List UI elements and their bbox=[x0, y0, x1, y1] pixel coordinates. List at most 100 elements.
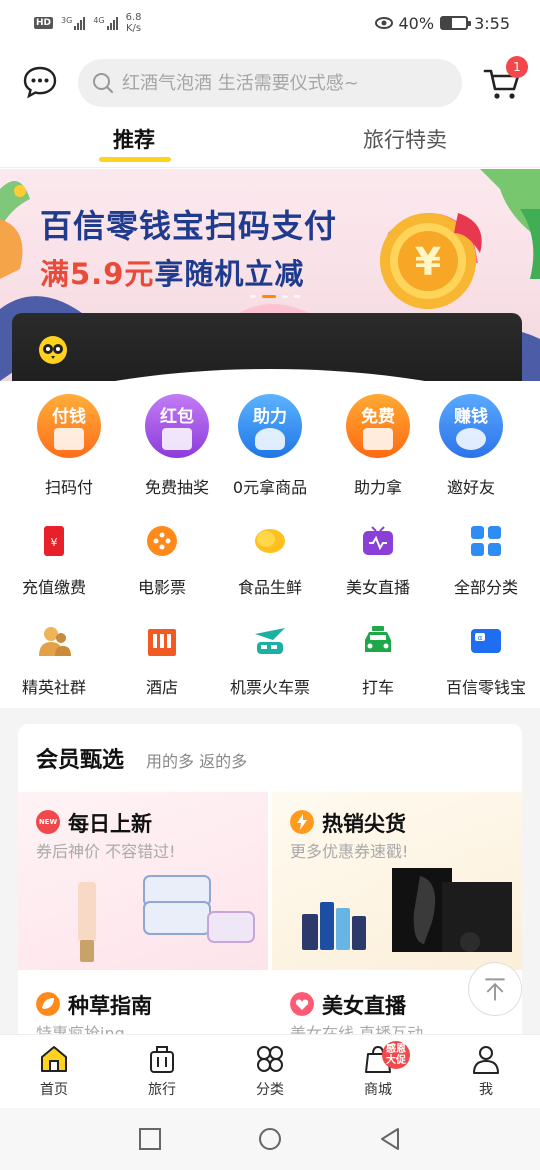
signal-4g-icon: 4G bbox=[93, 16, 118, 30]
nav-me[interactable]: 我 bbox=[432, 1043, 540, 1099]
person-icon bbox=[473, 1046, 499, 1074]
nav-home[interactable]: 首页 bbox=[0, 1043, 108, 1099]
tv-live-icon bbox=[363, 526, 393, 555]
wallet-icon: α bbox=[471, 629, 501, 653]
home-button-icon[interactable] bbox=[257, 1126, 283, 1152]
plane-train-icon bbox=[255, 628, 285, 654]
card-title: 美女直播 bbox=[322, 994, 406, 1018]
grid-item-label: 打车 bbox=[361, 678, 394, 697]
product-image-cosmetics bbox=[78, 875, 255, 962]
battery-fill bbox=[442, 18, 452, 28]
eye-icon bbox=[374, 17, 393, 29]
svg-text:¥: ¥ bbox=[51, 536, 58, 549]
quick-action-label: 免费抽奖 bbox=[144, 478, 209, 497]
promo-banner[interactable]: 百信零钱宝扫码支付 满5.9元享随机立减 ¥ bbox=[0, 169, 540, 381]
luggage-icon bbox=[150, 1046, 174, 1073]
service-grid: ¥ 充值缴费 电影票 食品生鲜 美女直播 全部分类 精英社群 酒店 机票火车票 … bbox=[0, 520, 540, 710]
quick-action-zero-yuan[interactable]: 助力 0元拿商品 bbox=[216, 394, 324, 498]
lightning-icon bbox=[290, 810, 314, 834]
grid-block-shape bbox=[54, 428, 84, 450]
quick-action-lottery[interactable]: 红包 免费抽奖 bbox=[123, 394, 231, 498]
quick-action-free-get[interactable]: 免费 助力拿 bbox=[324, 394, 432, 498]
grid-item-elite-community[interactable]: 精英社群 bbox=[0, 624, 108, 698]
active-tab-indicator bbox=[99, 157, 171, 162]
grid-item-food[interactable]: 食品生鲜 bbox=[216, 524, 324, 598]
free-bag-icon: 免费 bbox=[346, 394, 410, 458]
nav-label: 旅行 bbox=[148, 1082, 176, 1098]
grid-item-label: 全部分类 bbox=[453, 578, 518, 597]
grid-item-label: 机票火车票 bbox=[229, 678, 310, 697]
mall-promo-badge: 感恩大促 bbox=[382, 1041, 410, 1069]
grid-item-label: 酒店 bbox=[145, 678, 178, 697]
card-daily-new[interactable]: NEW 每日上新 券后神价 不容错过! bbox=[18, 792, 268, 970]
card-hot-sale[interactable]: 热销尖货 更多优惠券速戳! bbox=[272, 792, 522, 970]
nav-label: 分类 bbox=[256, 1082, 284, 1098]
search-bar[interactable] bbox=[78, 59, 462, 107]
quick-action-tag: 赚钱 bbox=[454, 407, 488, 427]
signal-3g-icon: 3G bbox=[61, 16, 86, 30]
card-subtitle: 券后神价 不容错过! bbox=[36, 842, 176, 861]
grid-item-hotel[interactable]: 酒店 bbox=[108, 624, 216, 698]
quick-action-tag: 付钱 bbox=[52, 407, 86, 427]
quick-action-invite[interactable]: 赚钱 邀好友 bbox=[417, 394, 525, 498]
message-icon[interactable] bbox=[22, 64, 58, 100]
grid-item-recharge[interactable]: ¥ 充值缴费 bbox=[0, 524, 108, 598]
grid-item-label: 电影票 bbox=[137, 578, 186, 597]
card-title: 种草指南 bbox=[68, 994, 152, 1018]
gift-box-shape bbox=[162, 428, 192, 450]
home-icon bbox=[41, 1046, 67, 1072]
grid-item-label: 食品生鲜 bbox=[237, 578, 302, 597]
quick-action-tag: 免费 bbox=[361, 407, 395, 427]
grid-item-wallet[interactable]: α 百信零钱宝 bbox=[432, 624, 540, 698]
bottom-tab-bar: 首页 旅行 分类 感恩大促 商城 我 bbox=[0, 1034, 540, 1108]
tab-recommend[interactable]: 推荐 bbox=[113, 124, 155, 154]
quick-action-label: 助力拿 bbox=[353, 478, 402, 497]
quick-action-tag: 红包 bbox=[160, 407, 194, 427]
nav-travel[interactable]: 旅行 bbox=[108, 1043, 216, 1099]
grid-item-taxi[interactable]: 打车 bbox=[324, 624, 432, 698]
assist-icon: 助力 bbox=[238, 394, 302, 458]
banner-pagination bbox=[250, 295, 300, 298]
member-picks-section: 会员甄选 用的多 返的多 NEW 每日上新 券后神价 不容错过! 热销尖货 更多… bbox=[18, 724, 522, 1044]
nav-label: 首页 bbox=[40, 1082, 68, 1098]
system-nav-bar bbox=[0, 1108, 540, 1170]
member-picks-subtitle: 用的多 返的多 bbox=[146, 752, 248, 771]
status-right: 40% 3:55 bbox=[374, 13, 510, 33]
quick-actions: 付钱 扫码付 红包 免费抽奖 助力 0元拿商品 免费 助力拿 赚钱 邀好友 bbox=[0, 394, 540, 504]
back-to-top-icon[interactable] bbox=[468, 962, 522, 1016]
new-badge-icon: NEW bbox=[36, 810, 60, 834]
quick-action-label: 0元拿商品 bbox=[232, 478, 308, 497]
clock: 3:55 bbox=[474, 13, 510, 33]
grid-item-movie[interactable]: 电影票 bbox=[108, 524, 216, 598]
tab-travel-sale[interactable]: 旅行特卖 bbox=[363, 124, 447, 154]
banner-highlight: 满5.9元 bbox=[40, 257, 155, 291]
heart-shape bbox=[255, 428, 285, 450]
coin-gift-icon: ¥ bbox=[380, 213, 482, 309]
taxi-icon bbox=[365, 626, 391, 652]
film-reel-icon bbox=[147, 526, 177, 556]
back-icon[interactable] bbox=[377, 1126, 403, 1152]
hotel-icon bbox=[148, 629, 176, 656]
banner-dot bbox=[282, 295, 288, 298]
scan-pay-icon: 付钱 bbox=[37, 394, 101, 458]
quick-action-label: 邀好友 bbox=[446, 478, 495, 497]
owl-logo-icon bbox=[39, 336, 67, 364]
top-tabs: 推荐 旅行特卖 bbox=[0, 112, 540, 168]
grid-item-live[interactable]: 美女直播 bbox=[324, 524, 432, 598]
coin-yuan-symbol: ¥ bbox=[415, 240, 441, 284]
grid-item-flights-trains[interactable]: 机票火车票 bbox=[216, 624, 324, 698]
search-icon bbox=[93, 73, 114, 94]
nav-mall[interactable]: 感恩大促 商城 bbox=[324, 1041, 432, 1099]
search-input[interactable] bbox=[122, 72, 442, 94]
quick-action-scan-pay[interactable]: 付钱 扫码付 bbox=[15, 394, 123, 498]
lemon-icon bbox=[255, 529, 285, 553]
red-packet-icon: 红包 bbox=[145, 394, 209, 458]
recent-apps-icon[interactable] bbox=[137, 1126, 163, 1152]
battery-percent: 40% bbox=[398, 13, 435, 33]
nav-category[interactable]: 分类 bbox=[216, 1043, 324, 1099]
member-picks-title: 会员甄选 bbox=[36, 748, 125, 773]
grid-item-all-categories[interactable]: 全部分类 bbox=[432, 524, 540, 598]
signal-3g-label: 3G bbox=[61, 16, 73, 25]
cart-count-badge: 1 bbox=[506, 56, 528, 78]
category-icon bbox=[257, 1046, 283, 1072]
